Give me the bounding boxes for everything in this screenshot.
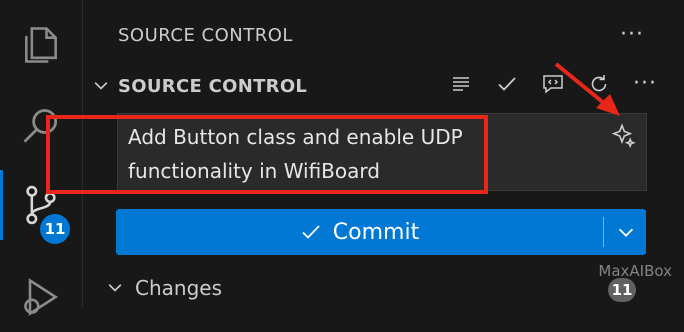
files-icon — [25, 27, 57, 63]
view-as-tree-button[interactable] — [447, 70, 475, 98]
generate-commit-message-button[interactable] — [539, 70, 567, 98]
commit-dropdown-button[interactable] — [606, 209, 646, 255]
commit-button[interactable]: Commit — [116, 209, 602, 255]
sidebar-more-button[interactable]: ··· — [620, 22, 644, 47]
sidebar-title: SOURCE CONTROL — [118, 25, 293, 46]
chevron-down-icon — [618, 228, 634, 237]
commit-label: Commit — [332, 219, 420, 245]
commit-button-group: Commit — [116, 209, 646, 255]
source-control-section-header[interactable]: SOURCE CONTROL ··· — [83, 70, 684, 104]
list-icon — [453, 77, 469, 91]
check-icon — [498, 77, 516, 91]
commit-divider — [603, 217, 604, 247]
refresh-icon — [591, 75, 607, 92]
watermark-logo: MaxAIBox — [598, 262, 672, 280]
section-toolbar: ··· — [447, 70, 659, 98]
section-title: SOURCE CONTROL — [118, 76, 308, 97]
changes-label: Changes — [135, 276, 222, 300]
chevron-down-icon — [108, 284, 122, 292]
sparkle-icon[interactable] — [608, 122, 636, 150]
chat-code-icon — [543, 75, 563, 94]
highlight-box — [46, 115, 488, 194]
check-icon — [302, 225, 320, 239]
run-debug-icon — [24, 278, 59, 316]
chevron-down-icon — [94, 82, 108, 90]
activity-run-debug[interactable] — [0, 262, 82, 332]
commit-check-button[interactable] — [493, 70, 521, 98]
source-control-badge: 11 — [40, 214, 70, 244]
refresh-button[interactable] — [585, 70, 613, 98]
section-more-button[interactable]: ··· — [631, 70, 659, 98]
changes-section-header[interactable]: Changes 11 — [83, 272, 684, 306]
changes-count-badge: 11 — [608, 278, 636, 302]
activity-explorer[interactable] — [0, 10, 82, 80]
